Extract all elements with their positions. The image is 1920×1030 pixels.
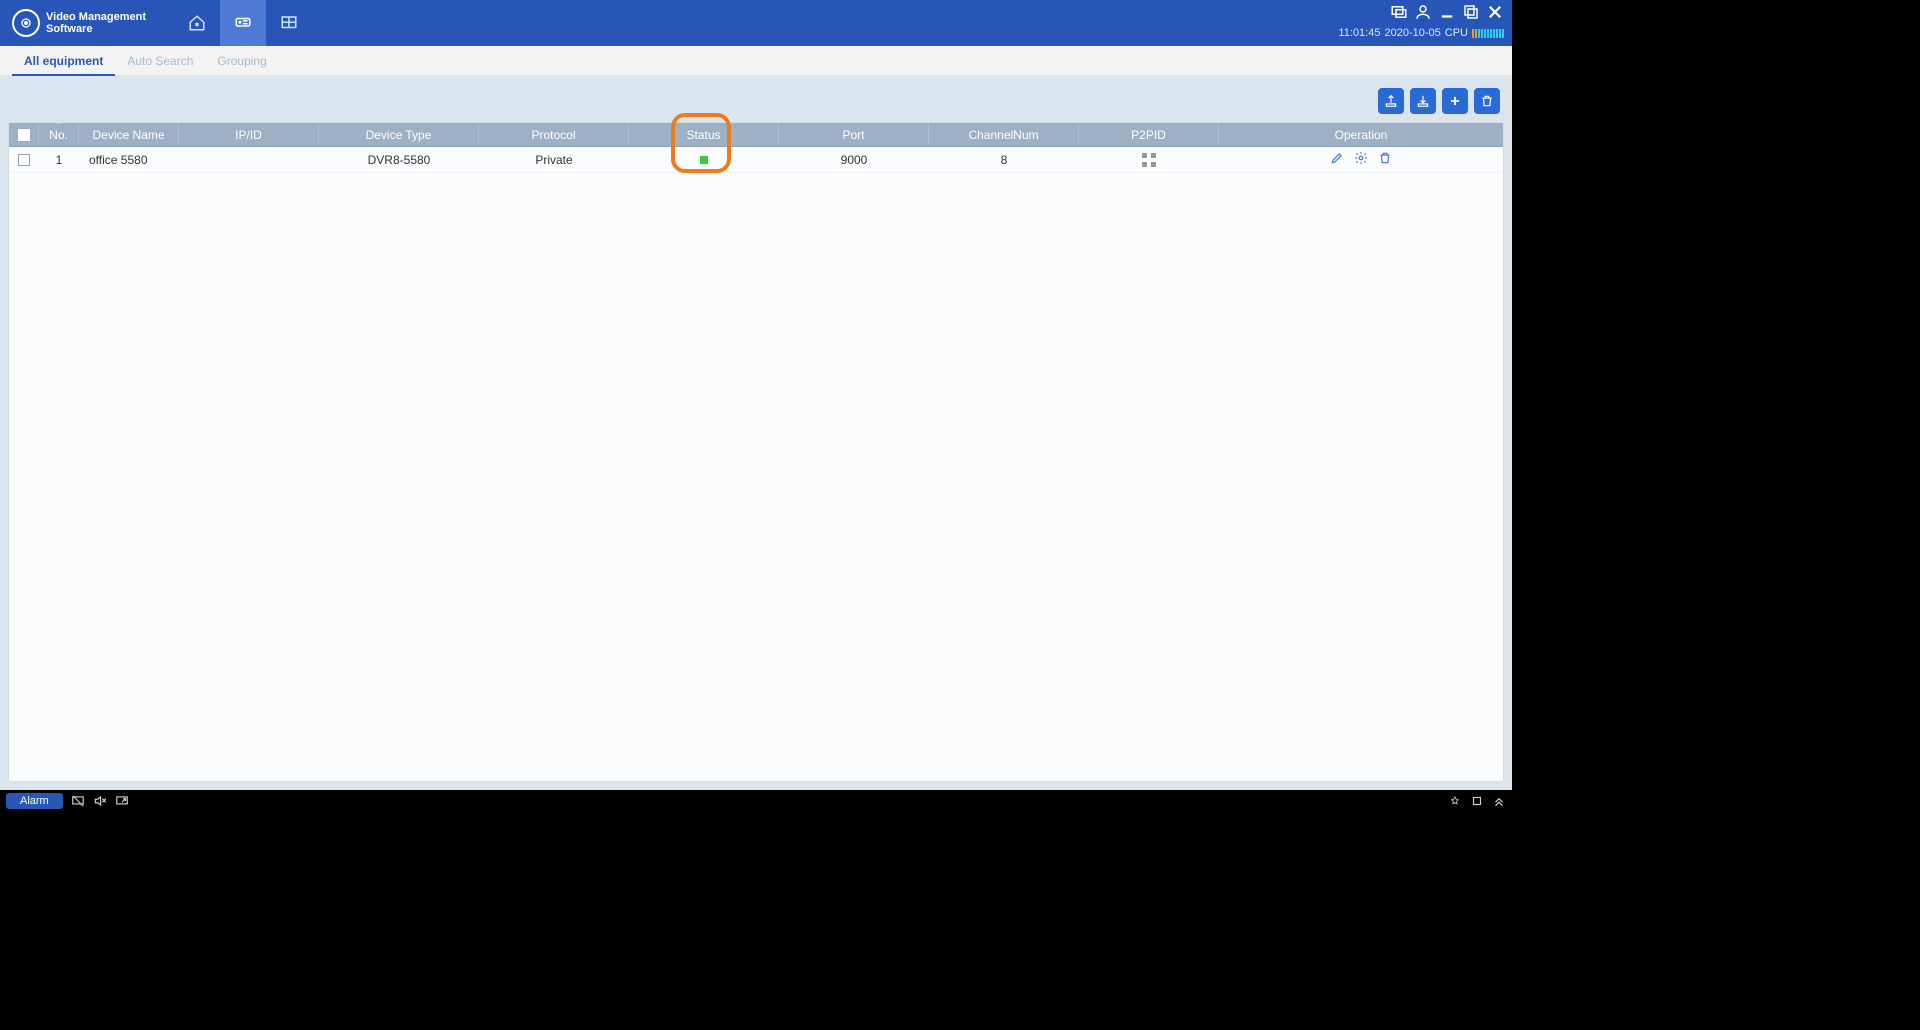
monitor-off-icon[interactable]	[71, 794, 85, 808]
export-button[interactable]	[1378, 88, 1404, 114]
table-row[interactable]: 1 office 5580 DVR8-5580 Private 9000 8	[9, 147, 1503, 173]
header-operation[interactable]: Operation	[1219, 123, 1503, 146]
collapse-up-icon[interactable]	[1492, 794, 1506, 808]
tab-auto-search[interactable]: Auto Search	[115, 48, 205, 76]
add-button[interactable]	[1442, 88, 1468, 114]
cell-port: 9000	[779, 147, 929, 172]
tab-all-equipment[interactable]: All equipment	[12, 48, 115, 76]
header-protocol[interactable]: Protocol	[479, 123, 629, 146]
alarm-button[interactable]: Alarm	[6, 793, 63, 809]
qr-icon[interactable]	[1142, 153, 1156, 167]
user-icon[interactable]	[1414, 3, 1432, 21]
header-p2pid[interactable]: P2PID	[1079, 123, 1219, 146]
cpu-label: CPU	[1445, 27, 1468, 39]
cell-p2pid	[1079, 147, 1219, 172]
delete-button[interactable]	[1474, 88, 1500, 114]
cell-channel-num: 8	[929, 147, 1079, 172]
nav-icons	[174, 0, 312, 46]
sound-mute-icon[interactable]	[93, 794, 107, 808]
header-device-type[interactable]: Device Type	[319, 123, 479, 146]
maximize-icon[interactable]	[1462, 3, 1480, 21]
cell-protocol: Private	[479, 147, 629, 172]
nav-home-button[interactable]	[174, 0, 220, 46]
status-line: 11:01:45 2020-10-05 CPU	[1338, 22, 1504, 44]
header-checkbox[interactable]	[9, 123, 39, 146]
minimize-icon[interactable]	[1438, 3, 1456, 21]
status-online-icon	[700, 156, 708, 164]
cell-status	[629, 147, 779, 172]
nav-devices-button[interactable]	[220, 0, 266, 46]
app-logo-icon	[12, 9, 40, 37]
settings-icon[interactable]	[1354, 151, 1368, 168]
header-no[interactable]: ⌃ No.	[39, 123, 79, 146]
header-device-name[interactable]: Device Name	[79, 123, 179, 146]
header-port[interactable]: Port	[779, 123, 929, 146]
pin-icon[interactable]	[1448, 794, 1462, 808]
row-checkbox[interactable]	[9, 147, 39, 172]
toolbar	[8, 84, 1504, 122]
screens-icon[interactable]	[1390, 3, 1408, 21]
restore-icon[interactable]	[1470, 794, 1484, 808]
nav-layout-button[interactable]	[266, 0, 312, 46]
cell-operation	[1219, 147, 1503, 172]
table-header-row: ⌃ No. Device Name IP/ID Device Type Prot…	[9, 123, 1503, 147]
device-table: ⌃ No. Device Name IP/ID Device Type Prot…	[8, 122, 1504, 782]
header-channel-num[interactable]: ChannelNum	[929, 123, 1079, 146]
window-controls	[1390, 0, 1504, 22]
clock-time: 11:01:45	[1338, 27, 1380, 39]
header-ip-id[interactable]: IP/ID	[179, 123, 319, 146]
cell-device-name: office 5580	[79, 147, 179, 172]
edit-icon[interactable]	[1330, 151, 1344, 168]
trash-icon[interactable]	[1378, 151, 1392, 168]
cell-ip-id	[179, 147, 319, 172]
close-icon[interactable]	[1486, 3, 1504, 21]
import-button[interactable]	[1410, 88, 1436, 114]
sub-tabs: All equipmentAuto SearchGrouping	[0, 46, 1512, 76]
cpu-meter-icon	[1472, 28, 1504, 38]
tab-grouping[interactable]: Grouping	[205, 48, 278, 76]
popup-icon[interactable]	[115, 794, 129, 808]
app-title: Video Management Software	[46, 11, 146, 35]
cell-no: 1	[39, 147, 79, 172]
app-logo-area: Video Management Software	[0, 0, 154, 46]
bottom-bar: Alarm	[0, 790, 1512, 812]
header-status[interactable]: Status	[629, 123, 779, 146]
cell-device-type: DVR8-5580	[319, 147, 479, 172]
clock-date: 2020-10-05	[1384, 27, 1440, 39]
titlebar: Video Management Software	[0, 0, 1512, 46]
content-area: ⌃ No. Device Name IP/ID Device Type Prot…	[0, 76, 1512, 790]
